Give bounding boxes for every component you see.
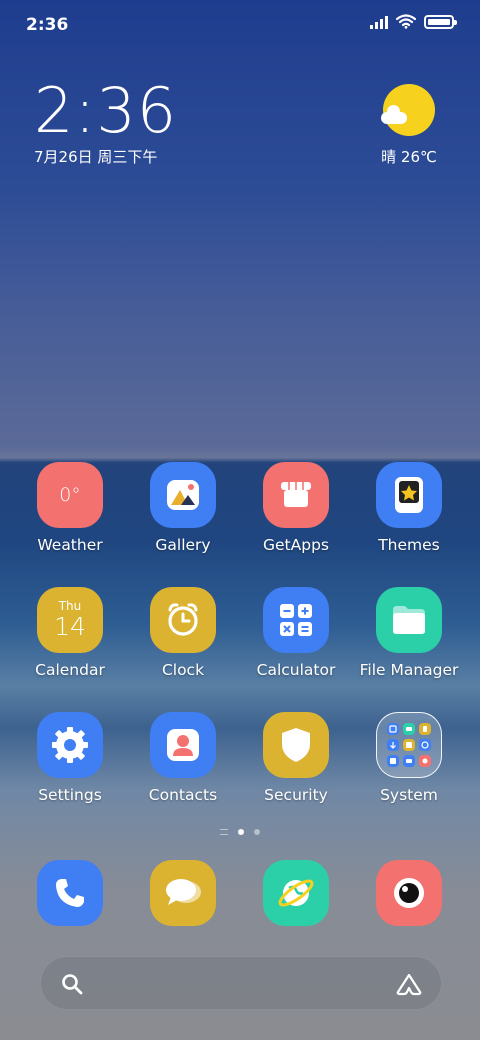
weather-icon-temp: 0° — [59, 484, 81, 506]
app-label: Weather — [37, 536, 103, 554]
app-weather[interactable]: 0° Weather — [14, 462, 126, 554]
camera-icon — [376, 860, 442, 926]
weather-text: 晴 26℃ — [381, 148, 437, 166]
app-calendar[interactable]: Thu 14 Calendar — [14, 587, 126, 679]
app-clock[interactable]: Clock — [127, 587, 239, 679]
page-dot — [254, 829, 260, 835]
clock-icon — [150, 587, 216, 653]
app-label: GetApps — [263, 536, 329, 554]
status-icons — [370, 14, 457, 29]
settings-icon — [37, 712, 103, 778]
app-label: Themes — [378, 536, 440, 554]
app-label: Calendar — [35, 661, 105, 679]
app-system-folder[interactable]: System — [353, 712, 465, 804]
app-label: Clock — [161, 661, 205, 679]
dock-phone[interactable] — [14, 860, 126, 926]
status-time: 2:36 — [26, 15, 69, 35]
wifi-icon — [396, 14, 416, 29]
weather-icon: 0° — [37, 462, 103, 528]
signal-icon — [370, 15, 388, 29]
browser-icon — [263, 860, 329, 926]
app-security[interactable]: Security — [240, 712, 352, 804]
gallery-icon — [150, 462, 216, 528]
contacts-icon — [150, 712, 216, 778]
app-file-manager[interactable]: File Manager — [353, 587, 465, 679]
assistant-icon[interactable] — [395, 972, 423, 996]
app-getapps[interactable]: GetApps — [240, 462, 352, 554]
sunny-cloud-icon — [381, 84, 435, 136]
calendar-icon: Thu 14 — [37, 587, 103, 653]
app-label: Calculator — [256, 661, 336, 679]
calendar-icon-day: Thu — [58, 598, 82, 613]
app-themes[interactable]: Themes — [353, 462, 465, 554]
app-label: Settings — [38, 786, 102, 804]
page-indicator[interactable] — [0, 829, 480, 835]
app-label: System — [380, 786, 438, 804]
app-label: Contacts — [148, 786, 218, 804]
app-label: Gallery — [155, 536, 211, 554]
weather-widget[interactable]: 晴 26℃ — [374, 84, 444, 167]
app-calculator[interactable]: Calculator — [240, 587, 352, 679]
app-settings[interactable]: Settings — [14, 712, 126, 804]
page-dot-active — [238, 829, 244, 835]
widget-date: 7月26日 周三下午 — [34, 148, 158, 166]
dock-camera[interactable] — [353, 860, 465, 926]
dock-browser[interactable] — [240, 860, 352, 926]
calculator-icon — [263, 587, 329, 653]
getapps-icon — [263, 462, 329, 528]
shield-icon — [263, 712, 329, 778]
widget-time: 2:36 — [34, 74, 178, 147]
themes-icon — [376, 462, 442, 528]
app-contacts[interactable]: Contacts — [127, 712, 239, 804]
messages-icon — [150, 860, 216, 926]
folder-group-icon — [376, 712, 442, 778]
page-indicator-list — [220, 829, 228, 835]
search-icon[interactable] — [61, 973, 83, 995]
phone-icon — [37, 860, 103, 926]
app-label: Security — [264, 786, 328, 804]
battery-icon — [424, 14, 457, 29]
app-label: File Manager — [359, 661, 459, 679]
app-gallery[interactable]: Gallery — [127, 462, 239, 554]
dock-messages[interactable] — [127, 860, 239, 926]
search-bar[interactable] — [40, 956, 442, 1010]
folder-icon — [376, 587, 442, 653]
calendar-icon-date: 14 — [54, 611, 86, 641]
status-bar: 2:36 — [0, 0, 480, 50]
clock-widget[interactable]: 2:36 7月26日 周三下午 — [34, 78, 177, 167]
